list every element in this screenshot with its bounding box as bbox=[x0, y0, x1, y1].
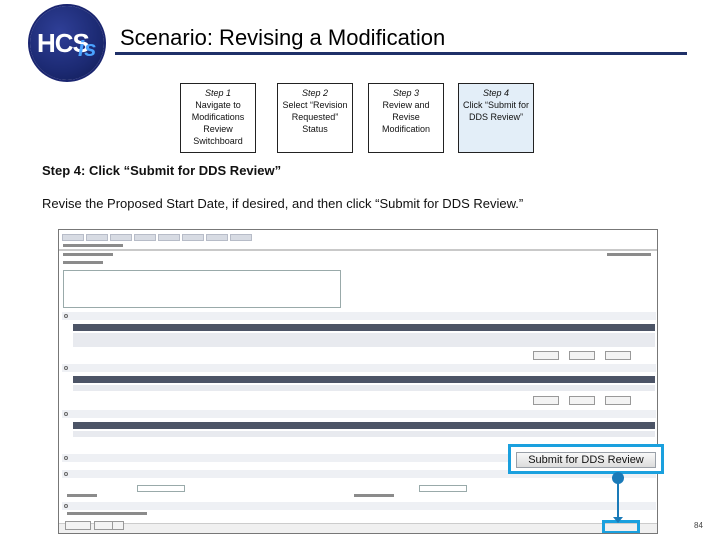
section-header[interactable] bbox=[62, 502, 656, 510]
footer-button[interactable] bbox=[112, 521, 124, 530]
text-placeholder bbox=[607, 253, 651, 256]
table-header bbox=[73, 422, 655, 429]
text-placeholder bbox=[67, 494, 97, 497]
title-divider bbox=[115, 52, 687, 55]
table-button[interactable] bbox=[533, 396, 559, 405]
step-description: Click “Submit for DDS Review” bbox=[462, 100, 529, 122]
app-tab[interactable] bbox=[134, 234, 156, 241]
text-placeholder bbox=[67, 512, 147, 515]
table-button[interactable] bbox=[569, 396, 595, 405]
callout-connector-line bbox=[617, 477, 619, 521]
step-title: Step 1 bbox=[204, 88, 232, 98]
table-button[interactable] bbox=[533, 351, 559, 360]
callout-frame: Submit for DDS Review bbox=[508, 444, 664, 474]
step-title: Step 4 bbox=[482, 88, 510, 98]
table-row bbox=[73, 385, 655, 391]
app-tab[interactable] bbox=[86, 234, 108, 241]
proposed-start-date-field[interactable] bbox=[137, 485, 185, 492]
table-header bbox=[73, 376, 655, 383]
section-header[interactable] bbox=[62, 364, 656, 372]
step-3-box: Step 3 Review and Revise Modification bbox=[368, 83, 444, 153]
app-tab-strip bbox=[62, 234, 252, 242]
text-placeholder bbox=[63, 253, 113, 256]
page-number: 84 bbox=[694, 521, 703, 530]
step-title: Step 2 bbox=[301, 88, 329, 98]
step-description: Review and Revise Modification bbox=[381, 100, 431, 134]
app-tab[interactable] bbox=[206, 234, 228, 241]
callout-arrowhead bbox=[613, 517, 623, 523]
section-header[interactable] bbox=[62, 312, 656, 320]
app-tab[interactable] bbox=[158, 234, 180, 241]
app-tab[interactable] bbox=[182, 234, 204, 241]
step-description: Select “Revision Requested” Status bbox=[282, 100, 348, 134]
submit-for-dds-review-button[interactable]: Submit for DDS Review bbox=[516, 452, 656, 468]
step-title: Step 3 bbox=[392, 88, 420, 98]
logo-suffix: is bbox=[78, 36, 97, 61]
text-placeholder bbox=[63, 261, 103, 264]
table-button[interactable] bbox=[569, 351, 595, 360]
app-tab[interactable] bbox=[110, 234, 132, 241]
field[interactable] bbox=[419, 485, 467, 492]
embedded-screenshot bbox=[58, 229, 658, 534]
breadcrumb-placeholder bbox=[63, 244, 123, 247]
step-4-box: Step 4 Click “Submit for DDS Review” bbox=[458, 83, 534, 153]
table-row bbox=[73, 333, 655, 347]
step-2-box: Step 2 Select “Revision Requested” Statu… bbox=[277, 83, 353, 153]
step-1-box: Step 1 Navigate to Modifications Review … bbox=[180, 83, 256, 153]
step-description: Navigate to Modifications Review Switchb… bbox=[191, 100, 245, 146]
app-footer bbox=[59, 523, 657, 533]
reason-textarea[interactable] bbox=[63, 270, 341, 308]
step-heading: Step 4: Click “Submit for DDS Review” bbox=[42, 163, 282, 178]
text-placeholder bbox=[354, 494, 394, 497]
section-header[interactable] bbox=[62, 410, 656, 418]
table-header bbox=[73, 324, 655, 331]
footer-button[interactable] bbox=[65, 521, 91, 530]
divider bbox=[59, 249, 657, 251]
table-button[interactable] bbox=[605, 351, 631, 360]
table-row bbox=[73, 431, 655, 437]
app-tab[interactable] bbox=[62, 234, 84, 241]
instruction-text: Revise the Proposed Start Date, if desir… bbox=[42, 196, 524, 211]
page-title: Scenario: Revising a Modification bbox=[120, 25, 446, 50]
table-button[interactable] bbox=[605, 396, 631, 405]
app-tab[interactable] bbox=[230, 234, 252, 241]
